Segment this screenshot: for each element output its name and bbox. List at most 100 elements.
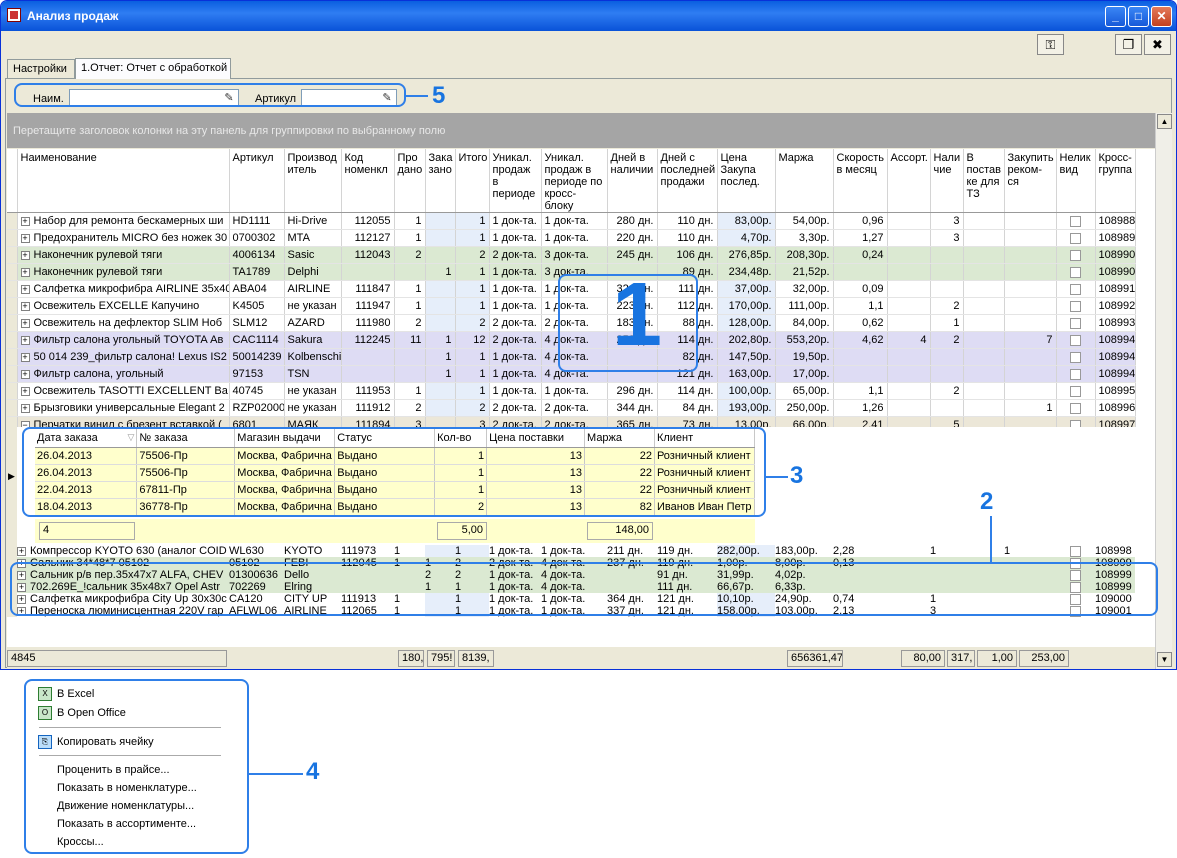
table-cell[interactable] — [963, 545, 1004, 557]
checkbox[interactable] — [1070, 215, 1081, 227]
table-cell[interactable] — [963, 314, 1005, 332]
table-cell[interactable]: 1 док-та. — [489, 365, 542, 383]
table-cell[interactable]: 111953 — [341, 382, 395, 400]
table-cell[interactable]: 119 дн. — [657, 545, 717, 557]
table-cell[interactable] — [1056, 382, 1096, 400]
table-cell[interactable]: 1 — [394, 382, 426, 400]
checkbox[interactable] — [1070, 249, 1081, 261]
column-header[interactable]: Итого — [455, 149, 490, 213]
table-cell[interactable]: 112245 — [341, 331, 395, 349]
table-cell[interactable] — [963, 365, 1005, 383]
table-cell[interactable] — [425, 382, 456, 400]
table-cell[interactable]: 3,30р. — [775, 229, 834, 247]
table-cell[interactable]: 0700302 — [229, 229, 285, 247]
table-cell[interactable]: 282,00р. — [717, 545, 775, 557]
table-cell[interactable] — [963, 399, 1005, 417]
table-cell[interactable]: 50014239 — [229, 348, 285, 366]
menu-item-crosses[interactable]: Кроссы... — [31, 833, 227, 852]
table-cell[interactable]: 1 док-та. — [489, 545, 541, 557]
table-cell[interactable]: TSN — [284, 365, 342, 383]
table-cell[interactable]: 0,96 — [833, 212, 888, 230]
table-cell[interactable]: + Фильтр салона угольный TOYOTA Ав — [17, 331, 230, 349]
table-cell[interactable]: SLM12 — [229, 314, 285, 332]
menu-item-copy-cell[interactable]: ⎘ Копировать ячейку — [31, 733, 227, 752]
column-header[interactable]: Зака зано — [425, 149, 456, 213]
table-cell[interactable]: 108990 — [1095, 246, 1136, 264]
table-cell[interactable] — [1056, 545, 1095, 557]
table-row[interactable]: + Освежитель TASOTTI EXCELLENT Ва 40745 не … — [7, 382, 1136, 400]
table-cell[interactable] — [1056, 263, 1096, 281]
table-cell[interactable] — [887, 212, 931, 230]
table-cell[interactable] — [1004, 382, 1057, 400]
table-cell[interactable]: 1 — [455, 280, 490, 298]
table-cell[interactable]: 245 дн. — [607, 246, 658, 264]
table-cell[interactable] — [1004, 365, 1057, 383]
table-cell[interactable]: +50 014 239_фильтр салона! Lexus IS2 — [17, 348, 230, 366]
table-cell[interactable]: 1,1 — [833, 297, 888, 315]
table-cell[interactable]: 110 дн. — [657, 212, 718, 230]
checkbox[interactable] — [1070, 351, 1081, 363]
table-cell[interactable]: 1 — [455, 545, 489, 557]
column-header[interactable]: Артикул — [229, 149, 285, 213]
table-cell[interactable] — [394, 348, 426, 366]
table-cell[interactable]: 4 — [887, 331, 931, 349]
table-cell[interactable]: 250,00р. — [775, 399, 834, 417]
table-cell[interactable]: 0,09 — [833, 280, 888, 298]
table-cell[interactable]: 12 — [455, 331, 490, 349]
table-cell[interactable]: 111847 — [341, 280, 395, 298]
table-cell[interactable] — [887, 314, 931, 332]
menu-item-movement[interactable]: Движение номенклатуры... — [31, 797, 227, 816]
windows-icon[interactable]: ❐ — [1115, 34, 1142, 55]
table-cell[interactable] — [833, 263, 888, 281]
table-cell[interactable]: AZARD — [284, 314, 342, 332]
table-cell[interactable]: + Наконечник рулевой тяги — [17, 246, 230, 264]
table-cell[interactable]: 106 дн. — [657, 246, 718, 264]
table-cell[interactable]: 193,00р. — [717, 399, 776, 417]
close-button[interactable]: ✕ — [1151, 6, 1172, 27]
table-cell[interactable] — [887, 399, 931, 417]
table-cell[interactable]: 1,1 — [833, 382, 888, 400]
checkbox[interactable] — [1070, 300, 1081, 312]
table-cell[interactable]: 1 док-та. — [541, 545, 607, 557]
table-cell[interactable]: 108988 — [1095, 212, 1136, 230]
expand-icon[interactable]: + — [20, 318, 30, 328]
table-cell[interactable]: 202,80р. — [717, 331, 776, 349]
table-cell[interactable] — [1056, 331, 1096, 349]
table-cell[interactable]: 1 — [930, 545, 963, 557]
table-cell[interactable] — [425, 399, 456, 417]
table-cell[interactable] — [930, 365, 964, 383]
table-cell[interactable] — [963, 263, 1005, 281]
table-cell[interactable] — [425, 297, 456, 315]
table-cell[interactable]: 108993 — [1095, 314, 1136, 332]
table-cell[interactable]: 2 — [930, 331, 964, 349]
table-cell[interactable]: 234,48р. — [717, 263, 776, 281]
table-cell[interactable]: WL630 — [229, 545, 284, 557]
menu-item-show-nomenclature[interactable]: Показать в номенклатуре... — [31, 779, 227, 798]
table-cell[interactable]: 84,00р. — [775, 314, 834, 332]
table-cell[interactable]: + Предохранитель MICRO без ножек 30 — [17, 229, 230, 247]
table-cell[interactable]: 2,28 — [833, 545, 887, 557]
table-cell[interactable]: + Освежитель EXCELLE Капучино — [17, 297, 230, 315]
table-cell[interactable]: 1 док-та. — [541, 212, 608, 230]
column-header[interactable]: Нелик вид — [1056, 149, 1096, 213]
table-cell[interactable] — [833, 365, 888, 383]
table-cell[interactable] — [394, 263, 426, 281]
table-cell[interactable] — [963, 382, 1005, 400]
table-cell[interactable]: + Наконечник рулевой тяги — [17, 263, 230, 281]
key-icon[interactable]: ⚿ — [1037, 34, 1064, 55]
table-cell[interactable] — [1004, 314, 1057, 332]
maximize-button[interactable]: □ — [1128, 6, 1149, 27]
table-cell[interactable]: 54,00р. — [775, 212, 834, 230]
table-cell[interactable]: 0,62 — [833, 314, 888, 332]
table-cell[interactable] — [887, 229, 931, 247]
table-cell[interactable]: CAC1114 — [229, 331, 285, 349]
table-cell[interactable]: Kolbenschi — [284, 348, 342, 366]
table-cell[interactable]: 32,00р. — [775, 280, 834, 298]
table-cell[interactable]: 40745 — [229, 382, 285, 400]
table-cell[interactable] — [341, 263, 395, 281]
table-cell[interactable] — [1056, 246, 1096, 264]
table-cell[interactable] — [1004, 348, 1057, 366]
table-cell[interactable]: 1 док-та. — [489, 348, 542, 366]
table-cell[interactable]: 183,00р. — [775, 545, 833, 557]
table-cell[interactable] — [1056, 399, 1096, 417]
